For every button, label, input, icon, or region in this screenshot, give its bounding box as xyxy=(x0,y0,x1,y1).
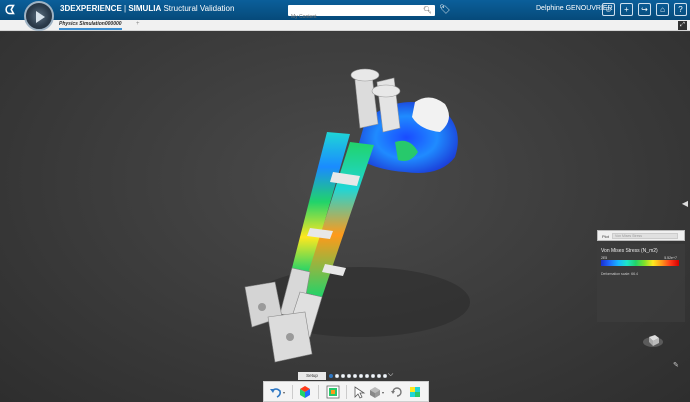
plot-selector-row: Plot Von Mises Stress xyxy=(597,230,685,241)
toolbar-separator xyxy=(318,385,319,399)
stage-indicator: Setup xyxy=(298,372,390,380)
app-brand: 3DEXPERIENCE xyxy=(60,4,122,13)
stage-dot[interactable] xyxy=(371,374,375,378)
legend-box: Von Mises Stress (N_m2) 2E5 5.52e+7 Defo… xyxy=(597,244,685,322)
legend-color-bar xyxy=(601,260,679,266)
undo-icon[interactable] xyxy=(269,385,283,399)
stage-dot[interactable] xyxy=(359,374,363,378)
plot-label: Plot xyxy=(602,234,609,239)
rotate-icon[interactable] xyxy=(390,385,404,399)
ds-logo-icon[interactable]: ᗧ xyxy=(5,3,15,18)
add-icon[interactable]: + xyxy=(620,3,633,16)
plot-select[interactable]: Von Mises Stress xyxy=(612,233,678,239)
search-box[interactable]: 🔍︎ xyxy=(288,5,435,23)
legend-title: Von Mises Stress (N_m2) xyxy=(601,248,658,254)
stage-dot[interactable] xyxy=(383,374,387,378)
tab-strip: Physics Simulation000000 + ⤢ xyxy=(0,20,690,31)
stage-dot[interactable] xyxy=(347,374,351,378)
stage-dot[interactable] xyxy=(329,374,333,378)
axle-bolt-left xyxy=(258,303,266,311)
tube-cap-right xyxy=(371,84,401,98)
view-cube-icon[interactable] xyxy=(641,331,665,351)
toolbar-separator xyxy=(346,385,347,399)
annotation-pen-icon[interactable]: ✎ xyxy=(673,361,679,369)
legend-note: Deformation scale: 66.4 xyxy=(601,272,638,276)
collapse-toolbar-chevron-icon[interactable]: ⌵ xyxy=(388,371,393,379)
app-name: Structural Validation xyxy=(161,4,235,13)
app-product: SIMULIA xyxy=(128,4,162,13)
toolbar-separator xyxy=(292,385,293,399)
add-tab-icon[interactable]: + xyxy=(136,21,140,27)
box-icon[interactable] xyxy=(368,385,382,399)
action-toolbar: ▾ ▾ xyxy=(263,381,429,402)
stage-dot[interactable] xyxy=(353,374,357,378)
undo-caret-icon[interactable]: ▾ xyxy=(283,390,285,395)
axle-bolt-right xyxy=(286,333,294,341)
search-icon[interactable]: 🔍︎ xyxy=(423,6,432,14)
fullscreen-icon[interactable]: ⤢ xyxy=(678,21,687,30)
profile-icon[interactable]: ☺ xyxy=(602,3,615,16)
top-bar: ᗧ 3DEXPERIENCE | SIMULIA Structural Vali… xyxy=(0,0,690,23)
home-icon[interactable]: ⌂ xyxy=(656,3,669,16)
results-legend: Plot Von Mises Stress Von Mises Stress (… xyxy=(597,230,685,322)
pointer-icon[interactable] xyxy=(352,385,366,399)
compass-icon[interactable] xyxy=(24,1,54,31)
stage-dot[interactable] xyxy=(341,374,345,378)
upper-tube-left xyxy=(354,75,379,129)
play-icon xyxy=(36,11,45,23)
stage-dot[interactable] xyxy=(377,374,381,378)
side-panel-chevron-icon[interactable]: ◀ xyxy=(682,199,688,208)
stage-dot[interactable] xyxy=(365,374,369,378)
app-title: 3DEXPERIENCE | SIMULIA Structural Valida… xyxy=(60,4,234,13)
display-icon[interactable] xyxy=(326,385,340,399)
help-icon[interactable]: ? xyxy=(674,3,687,16)
tube-cap-left xyxy=(350,68,380,82)
stage-label[interactable]: Setup xyxy=(298,372,326,380)
stage-dot[interactable] xyxy=(335,374,339,378)
simulation-model[interactable] xyxy=(0,32,690,402)
tab-physics-simulation[interactable]: Physics Simulation000000 xyxy=(59,21,122,30)
mesh-icon[interactable] xyxy=(408,385,422,399)
tag-icon[interactable]: 🏷︎ xyxy=(439,4,450,15)
box-caret-icon[interactable]: ▾ xyxy=(382,390,384,395)
color-cube-icon[interactable] xyxy=(298,385,312,399)
3d-viewport[interactable]: ◀ xyxy=(0,32,690,402)
share-icon[interactable]: ↪ xyxy=(638,3,651,16)
